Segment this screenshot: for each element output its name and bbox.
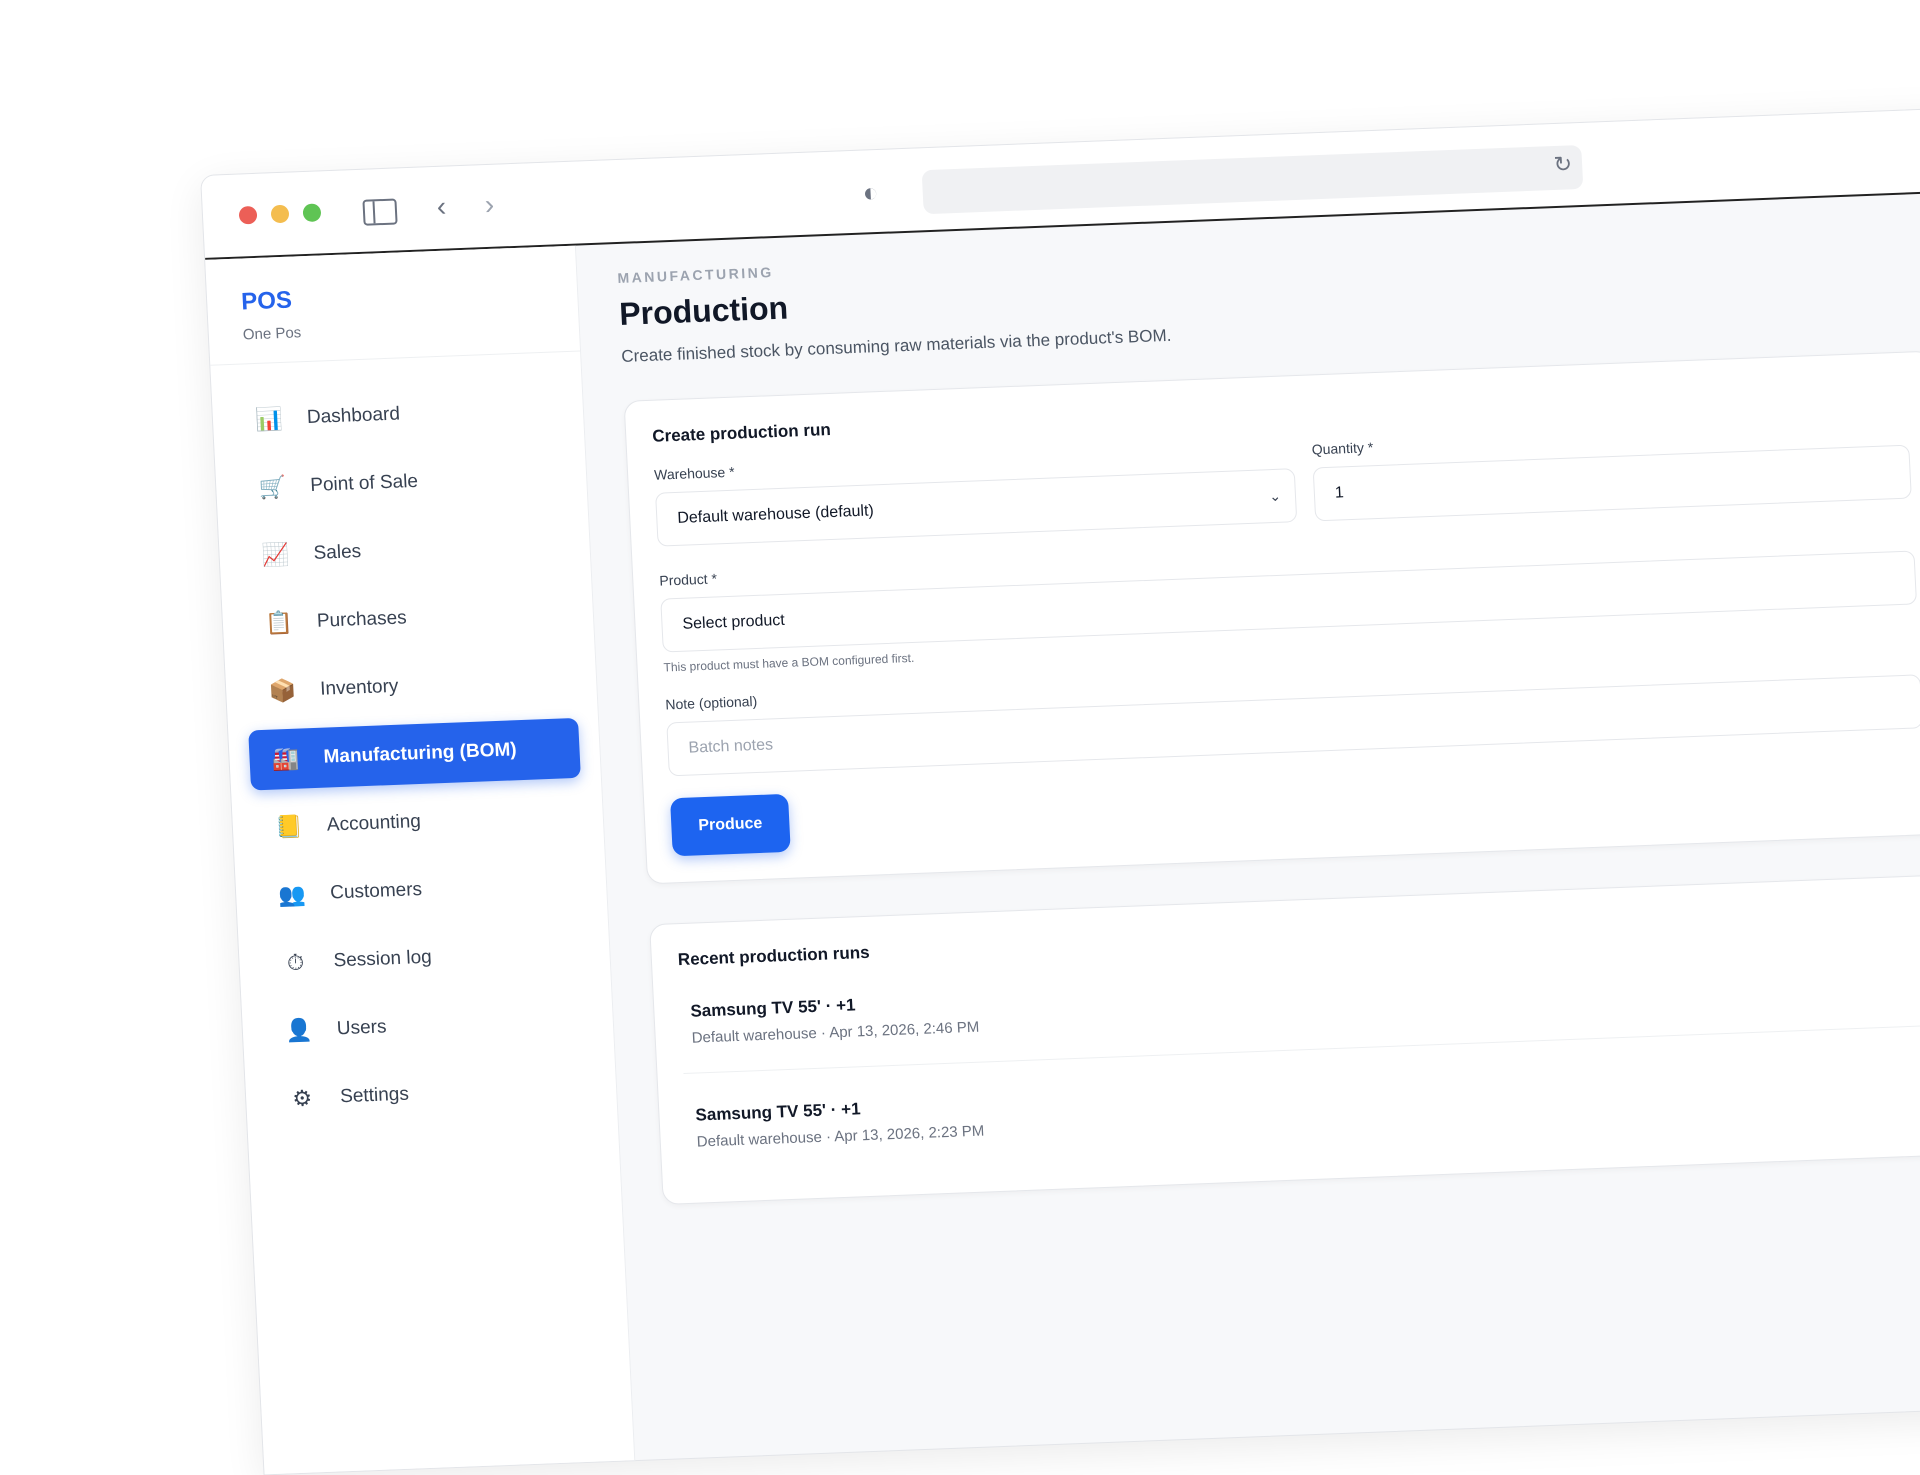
back-arrow-icon[interactable]: ‹ (436, 191, 447, 223)
ledger-icon: 📒 (274, 813, 304, 840)
brand: POS One Pos (205, 245, 581, 366)
package-icon: 📦 (267, 677, 297, 704)
sidebar-item-point-of-sale[interactable]: 🛒 Point of Sale (235, 446, 568, 519)
close-window-button[interactable] (238, 205, 258, 225)
sidebar-item-label: Sales (313, 541, 362, 564)
sidebar-item-label: Accounting (326, 810, 422, 836)
note-field: Note (optional) Batch notes (665, 648, 1920, 777)
warehouse-value: Default warehouse (default) (676, 502, 875, 527)
sidebar-nav: 📊 Dashboard 🛒 Point of Sale 📈 Sales 📋 Pu… (210, 352, 619, 1165)
clipboard-icon: 📋 (264, 609, 294, 636)
quantity-field: Quantity * 1 (1311, 419, 1912, 522)
sidebar-item-label: Purchases (316, 607, 408, 632)
maximize-window-button[interactable] (302, 203, 322, 223)
forward-arrow-icon[interactable]: › (484, 189, 495, 221)
sidebar-item-purchases[interactable]: 📋 Purchases (242, 582, 575, 655)
sidebar-item-manufacturing[interactable]: 🏭 Manufacturing (BOM) (248, 717, 581, 791)
sidebar-item-label: Session log (333, 946, 433, 972)
sidebar-item-dashboard[interactable]: 📊 Dashboard (232, 378, 565, 451)
produce-button[interactable]: Produce (670, 793, 791, 857)
stopwatch-icon: ⏱ (286, 949, 305, 976)
sidebar-item-label: Inventory (319, 675, 399, 700)
sidebar-item-accounting[interactable]: 📒 Accounting (252, 786, 585, 859)
sidebar-item-sales[interactable]: 📈 Sales (238, 514, 571, 587)
warehouse-select[interactable]: Default warehouse (default) ⌄ (655, 468, 1298, 547)
warehouse-field: Warehouse * Default warehouse (default) … (654, 442, 1298, 547)
sidebar-toggle-icon[interactable] (362, 198, 398, 226)
quantity-input[interactable]: 1 (1312, 444, 1912, 522)
factory-icon: 🏭 (271, 745, 300, 772)
sidebar-item-customers[interactable]: 👥 Customers (255, 854, 588, 927)
recent-runs-card: Recent production runs Samsung TV 55' · … (649, 874, 1920, 1205)
reload-icon[interactable]: ↻ (1553, 151, 1573, 178)
product-value: Select product (682, 611, 786, 633)
people-icon: 👥 (277, 881, 307, 908)
brand-subtitle: One Pos (242, 324, 302, 344)
production-form-card: Create production run Warehouse * Defaul… (623, 350, 1920, 885)
sidebar-item-label: Users (336, 1016, 387, 1040)
cart-icon: 🛒 (258, 473, 287, 500)
sidebar: POS One Pos 📊 Dashboard 🛒 Point of Sale … (205, 245, 636, 1475)
app-layout: POS One Pos 📊 Dashboard 🛒 Point of Sale … (205, 192, 1920, 1475)
trend-chart-icon: 📈 (261, 541, 290, 568)
quantity-value: 1 (1334, 484, 1345, 502)
sidebar-item-label: Customers (329, 878, 423, 904)
brand-name[interactable]: POS (241, 277, 548, 317)
sidebar-item-inventory[interactable]: 📦 Inventory (245, 650, 578, 723)
main-content: MANUFACTURING Production Create finished… (576, 192, 1920, 1462)
chevron-down-icon: ⌄ (1268, 487, 1282, 504)
sidebar-item-label: Settings (339, 1083, 410, 1108)
sidebar-item-users[interactable]: 👤 Users (261, 990, 594, 1063)
user-icon: 👤 (284, 1017, 314, 1044)
browser-window: ‹ › ◐ ↻ POS One Pos 📊 Dashboard 🛒 Point … (200, 107, 1920, 1475)
sidebar-item-label: Dashboard (306, 403, 401, 429)
gear-icon: ⚙ (291, 1085, 313, 1112)
shield-icon[interactable]: ◐ (862, 176, 879, 209)
sidebar-item-settings[interactable]: ⚙ Settings (265, 1057, 598, 1130)
minimize-window-button[interactable] (270, 204, 290, 224)
note-placeholder: Batch notes (688, 736, 774, 757)
product-field: Product * Select product This product mu… (659, 524, 1918, 675)
sidebar-item-session-log[interactable]: ⏱ Session log (258, 922, 591, 995)
address-bar[interactable]: ↻ (921, 144, 1584, 215)
chart-icon: 📊 (254, 406, 284, 433)
sidebar-item-label: Point of Sale (309, 470, 419, 496)
sidebar-item-label: Manufacturing (BOM) (323, 739, 518, 768)
